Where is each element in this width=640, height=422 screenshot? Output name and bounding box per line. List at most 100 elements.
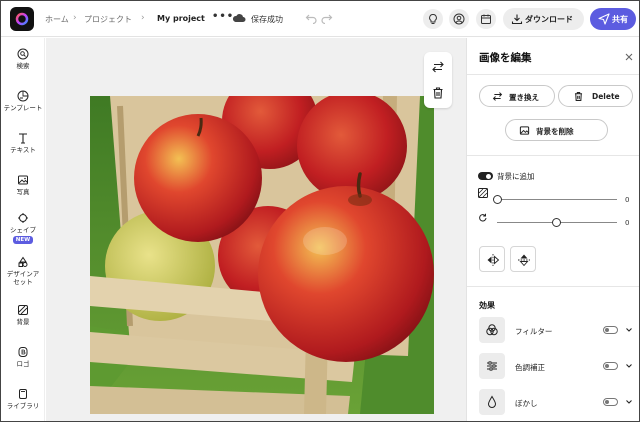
- breadcrumb-separator-icon: ›: [141, 13, 145, 23]
- effect-row-blur[interactable]: ぼかし: [479, 389, 634, 417]
- panel-divider: [467, 74, 639, 75]
- delete-label: Delete: [592, 92, 620, 101]
- effect-label: ぼかし: [515, 399, 538, 408]
- blur-icon: [487, 395, 497, 408]
- calendar-button[interactable]: [476, 9, 496, 29]
- opacity-slider-handle[interactable]: [493, 195, 502, 204]
- account-button[interactable]: [449, 9, 469, 29]
- replace-label: 置き換え: [509, 93, 539, 102]
- sidebar-item-shapes[interactable]: シェイプ NEW: [1, 212, 45, 244]
- effect-label: 色調補正: [515, 363, 545, 372]
- download-icon: [511, 14, 523, 25]
- breadcrumb-separator-icon: ›: [73, 13, 77, 23]
- trash-icon: [574, 92, 583, 101]
- photo-icon: [18, 175, 28, 185]
- add-to-background-label: 背景に追加: [497, 172, 535, 181]
- delete-button[interactable]: Delete: [558, 85, 633, 107]
- flip-horizontal-button[interactable]: [479, 246, 505, 272]
- send-icon: [598, 13, 610, 25]
- design-assets-icon: [18, 256, 28, 267]
- rotate-icon: [479, 213, 487, 222]
- rotation-slider-handle[interactable]: [552, 218, 561, 227]
- opacity-value: 0: [625, 196, 630, 204]
- filter-icon: [486, 324, 498, 336]
- adjustments-button[interactable]: [479, 353, 505, 379]
- sidebar-item-library[interactable]: ライブラリ: [1, 388, 45, 410]
- sidebar-item-logos[interactable]: ロゴ: [1, 346, 45, 368]
- download-button[interactable]: ダウンロード: [503, 8, 584, 30]
- undo-icon[interactable]: [305, 12, 317, 24]
- top-bar: ホーム › プロジェクト › My project ••• 保存成功 ダウンロー…: [1, 1, 639, 37]
- replace-button[interactable]: 置き換え: [479, 85, 555, 107]
- add-to-background-toggle[interactable]: [478, 172, 493, 180]
- sidebar-item-templates[interactable]: テンプレート: [1, 90, 45, 112]
- sidebar-item-label: 背景: [16, 318, 30, 326]
- blur-button[interactable]: [479, 389, 505, 415]
- redo-icon[interactable]: [321, 12, 333, 24]
- sidebar-item-label: シェイプ: [10, 226, 36, 234]
- app-logo-icon[interactable]: [10, 7, 34, 31]
- sidebar-item-label: 検索: [16, 62, 30, 70]
- template-icon: [17, 90, 29, 102]
- shape-icon: [18, 213, 28, 223]
- filter-toggle[interactable]: [603, 326, 618, 334]
- save-status: 保存成功: [251, 15, 283, 24]
- apple-photo-illustration: [90, 96, 434, 414]
- share-label: 共有: [612, 15, 628, 24]
- sidebar-item-label: デザインアセット: [6, 270, 40, 286]
- flip-vertical-button[interactable]: [510, 246, 536, 272]
- close-icon[interactable]: [624, 52, 634, 62]
- sidebar-item-photos[interactable]: 写真: [1, 174, 45, 196]
- sidebar-item-label: ライブラリ: [6, 402, 40, 410]
- new-badge: NEW: [12, 236, 34, 244]
- calendar-icon: [481, 14, 491, 24]
- panel-divider: [467, 155, 639, 156]
- panel-divider: [467, 286, 639, 287]
- blur-toggle[interactable]: [603, 398, 618, 406]
- adjust-icon: [487, 361, 497, 371]
- lightbulb-icon: [429, 13, 437, 24]
- sidebar-item-backgrounds[interactable]: 背景: [1, 304, 45, 326]
- user-circle-icon: [453, 13, 465, 25]
- rotation-value: 0: [625, 219, 630, 227]
- trash-icon[interactable]: [431, 86, 445, 100]
- sidebar-item-label: テンプレート: [3, 104, 43, 112]
- chevron-down-icon[interactable]: [625, 326, 633, 334]
- effect-row-adjustments[interactable]: 色調補正: [479, 353, 634, 381]
- design-canvas[interactable]: [46, 38, 466, 421]
- sidebar-item-search[interactable]: 検索: [1, 48, 45, 70]
- library-icon: [19, 389, 27, 399]
- filter-button[interactable]: [479, 317, 505, 343]
- sidebar-item-label: ロゴ: [16, 360, 30, 368]
- share-button[interactable]: 共有: [590, 8, 636, 30]
- more-options-button[interactable]: •••: [212, 11, 234, 22]
- left-sidebar: 検索 テンプレート テキスト 写真 シェイプ NEW デザインアセット 背景 ロ…: [1, 38, 45, 421]
- chevron-down-icon[interactable]: [625, 398, 633, 406]
- image-icon: [519, 126, 530, 135]
- breadcrumb-current-project[interactable]: My project: [157, 14, 205, 23]
- sidebar-item-text[interactable]: テキスト: [1, 132, 45, 154]
- adjustments-toggle[interactable]: [603, 362, 618, 370]
- effect-label: フィルター: [515, 327, 553, 336]
- text-icon: [19, 133, 27, 144]
- effect-row-filter[interactable]: フィルター: [479, 317, 634, 345]
- breadcrumb-projects[interactable]: プロジェクト: [84, 14, 132, 25]
- chevron-down-icon[interactable]: [625, 362, 633, 370]
- ideas-button[interactable]: [423, 9, 443, 29]
- logo-icon: [18, 347, 28, 357]
- replace-arrows-icon[interactable]: [431, 60, 445, 74]
- sidebar-item-design-assets[interactable]: デザインアセット: [1, 256, 45, 286]
- search-icon: [17, 48, 29, 60]
- breadcrumb-home[interactable]: ホーム: [45, 14, 69, 25]
- effects-section-title: 効果: [479, 301, 495, 310]
- opacity-slider-track[interactable]: [497, 199, 617, 200]
- opacity-icon: [478, 188, 488, 198]
- app-window: ホーム › プロジェクト › My project ••• 保存成功 ダウンロー…: [0, 0, 640, 422]
- download-label: ダウンロード: [525, 15, 573, 24]
- apple-crate-photo[interactable]: [90, 96, 434, 414]
- panel-title: 画像を編集: [479, 52, 532, 64]
- replace-arrows-icon: [492, 92, 503, 101]
- canvas-toolbar: [424, 52, 452, 108]
- remove-background-button[interactable]: 背景を削除: [505, 119, 608, 141]
- sidebar-item-label: 写真: [16, 188, 30, 196]
